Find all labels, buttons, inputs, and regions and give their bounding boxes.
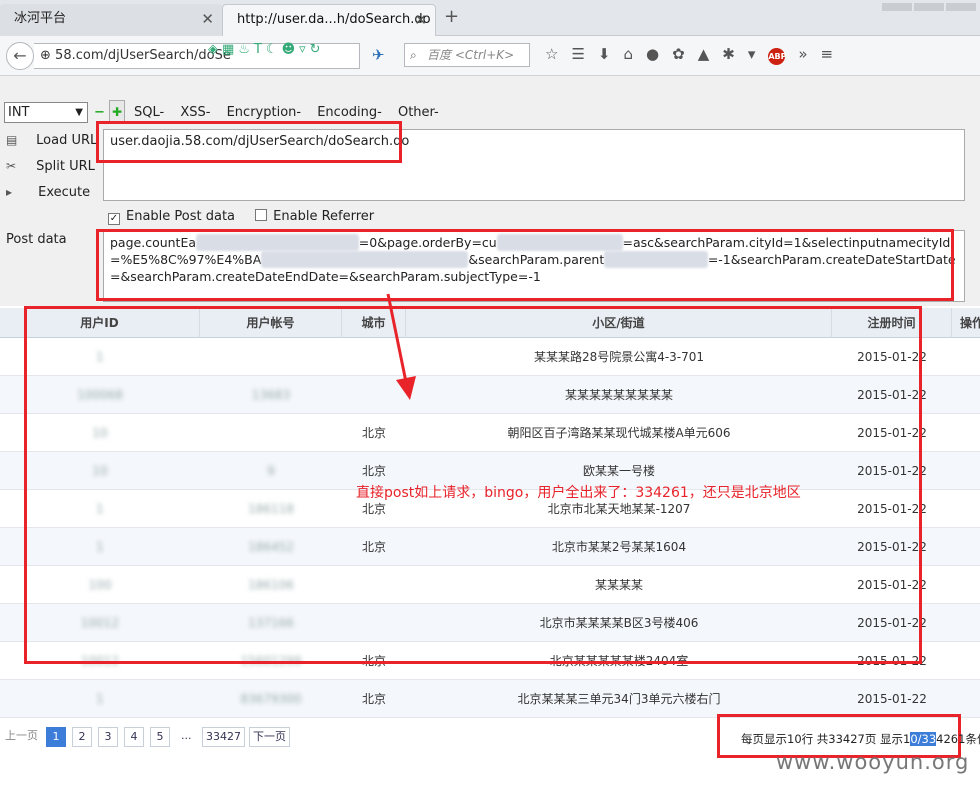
back-button[interactable]: ← (6, 42, 34, 70)
minus-icon[interactable]: − (94, 105, 105, 120)
tab-bingho[interactable]: 冰河平台 ✕ (0, 4, 222, 36)
cell-user-id: 1 (96, 692, 104, 706)
load-url-label: Load URL (36, 133, 98, 148)
java-icon: ♨ (238, 42, 254, 57)
reload-icon: ↻ (309, 42, 325, 57)
enable-post-checkbox[interactable]: ✓ (108, 213, 120, 225)
palette-icon: ✿ (672, 45, 685, 63)
hamburger-menu-icon: ≡ (820, 45, 834, 63)
addon-icons[interactable]: ◈▦♨T☾☻▿↻ (208, 42, 325, 57)
hackbar-menus: SQL- XSS- Encryption- Encoding- Other- (134, 105, 451, 120)
split-url-label: Split URL (36, 159, 95, 174)
overflow-icon: » (798, 45, 808, 63)
search-placeholder: 百度 <Ctrl+K> (427, 48, 515, 62)
execute-label: Execute (38, 185, 91, 200)
reading-list-icon: ☰ (571, 45, 585, 63)
split-url-button[interactable]: ✂ Split URL (6, 159, 95, 174)
page-2-button[interactable]: 2 (72, 727, 92, 747)
window-controls[interactable] (880, 0, 980, 11)
menu-arrow-icon: ▾ (747, 45, 756, 63)
nav-toolbar: ← ⊕ 58.com/djUserSearch/doSe ◈▦♨T☾☻▿↻ ✈ … (0, 36, 980, 76)
bookmark-star-icon: ☆ (545, 45, 559, 63)
enable-post-label: Enable Post data (126, 209, 236, 224)
search-icon: ⌕ (410, 48, 417, 62)
cell-account: 83679300 (240, 692, 302, 706)
bug-icon: ✱ (722, 45, 735, 63)
warning-icon: ▲ (697, 45, 710, 63)
execute-icon: ▸ (6, 185, 13, 199)
type-select-value: INT (8, 105, 30, 120)
dropdown-icon: ▿ (299, 42, 310, 57)
table-row: 1 83679300 北京 北京某某某三单元34门3单元六楼右门 2015-01-22 (0, 680, 980, 718)
page-5-button[interactable]: 5 (150, 727, 170, 747)
mask-icon: ☻ (281, 42, 300, 57)
execute-button[interactable]: ▸ Execute (6, 185, 90, 200)
watermark: www.wooyun.org (776, 750, 970, 774)
page-3-button[interactable]: 3 (98, 727, 118, 747)
load-url-icon: ▤ (6, 133, 18, 147)
post-options: ✓ Enable Post data Enable Referrer (108, 209, 374, 225)
enable-referrer-checkbox[interactable] (255, 209, 268, 221)
last-page-button[interactable]: 33427 (202, 727, 245, 747)
new-tab-button[interactable]: + (444, 6, 459, 27)
close-tab-icon[interactable]: ✕ (201, 4, 214, 34)
pager-ellipsis: ... (181, 729, 192, 742)
abp-icon: ABP (768, 48, 787, 65)
menu-xss[interactable]: XSS- (180, 105, 210, 120)
pager-info-b: 4261条信息 (936, 732, 980, 746)
page-4-button[interactable]: 4 (124, 727, 144, 747)
moon-icon: ☾ (265, 42, 282, 57)
pager-info-a: 每页显示10行 共33427页 显示1 (741, 732, 911, 746)
tab-bar: 冰河平台 ✕ http://user.da...h/doSearch.do ✕ … (0, 0, 980, 36)
cell-city: 北京 (361, 692, 386, 706)
post-data-label: Post data (6, 232, 67, 247)
header-actions: 操作 (959, 316, 980, 330)
pager-info: 每页显示10行 共33427页 显示10/334261条信息 (741, 731, 980, 747)
cell-register-time: 2015-01-22 (857, 692, 927, 706)
home-icon: ⌂ (623, 45, 634, 63)
menu-encoding[interactable]: Encoding- (317, 105, 382, 120)
cell-street: 北京某某某三单元34门3单元六楼右门 (517, 692, 721, 706)
next-page-button[interactable]: 下一页 (249, 727, 290, 747)
menu-other[interactable]: Other- (398, 105, 439, 120)
addon-green-icon: ● (646, 45, 660, 63)
prev-page-button[interactable]: 上一页 (2, 727, 41, 747)
search-input[interactable]: ⌕ 百度 <Ctrl+K> (404, 43, 530, 67)
qr-icon: ▦ (222, 42, 239, 57)
globe-icon: ⊕ (40, 48, 51, 63)
download-icon: ⬇ (597, 45, 611, 63)
address-text: 58.com/djUserSearch/doSe (55, 48, 231, 63)
split-url-icon: ✂ (6, 159, 17, 173)
post-highlight-box (96, 229, 954, 301)
enable-referrer-label: Enable Referrer (273, 209, 375, 224)
tab-label: 冰河平台 (14, 11, 67, 26)
pager-info-selected: 0/33 (910, 732, 937, 746)
back-arrow-icon: ← (13, 46, 27, 65)
bird-icon[interactable]: ✈ (372, 46, 385, 64)
chevron-down-icon: ▼ (75, 107, 83, 118)
toolbar-icons[interactable]: ☆ ☰ ⬇ ⌂ ● ✿ ▲ ✱ ▾ ABP » ≡ (545, 45, 846, 65)
type-select[interactable]: INT ▼ (4, 102, 88, 123)
annotation-text: 直接post如上请求，bingo，用户全出来了：334261，还只是北京地区 (356, 485, 801, 501)
load-url-button[interactable]: ▤ Load URL (6, 133, 97, 148)
tab-label: http://user.da...h/doSearch.do (237, 12, 431, 27)
t-icon: T (253, 42, 266, 57)
menu-sql[interactable]: SQL- (134, 105, 164, 120)
url-highlight-box (96, 121, 402, 163)
shield-icon: ◈ (208, 42, 222, 57)
close-tab-icon[interactable]: ✕ (414, 5, 427, 35)
annotation-arrow (386, 293, 416, 400)
tab-dosearch[interactable]: http://user.da...h/doSearch.do ✕ (222, 4, 436, 36)
page-1-button[interactable]: 1 (46, 727, 66, 747)
menu-encryption[interactable]: Encryption- (227, 105, 301, 120)
